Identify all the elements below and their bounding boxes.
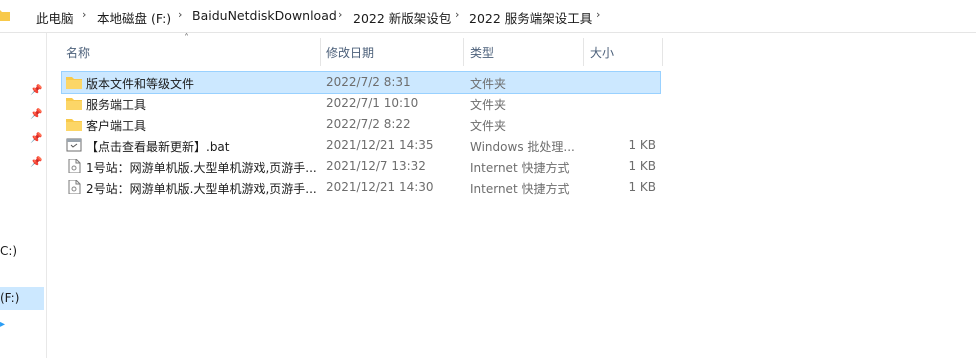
folder-icon xyxy=(66,98,82,110)
file-date: 2021/12/21 14:35 xyxy=(326,138,434,152)
file-date: 2021/12/21 14:30 xyxy=(326,180,434,194)
column-header-date[interactable]: 修改日期 xyxy=(321,38,463,66)
batch-file-icon xyxy=(66,138,82,152)
folder-icon xyxy=(66,77,82,89)
folder-icon xyxy=(0,10,10,21)
file-type: 文件夹 xyxy=(470,98,507,112)
pin-icon[interactable]: 📌 xyxy=(30,85,42,97)
file-name: 【点击查看最新更新】.bat xyxy=(86,140,230,154)
file-row[interactable]: 2号站：网游单机版.大型单机游戏,页游手... 2021/12/21 14:30… xyxy=(62,177,660,198)
breadcrumb-this-pc[interactable]: 此电脑 xyxy=(36,8,74,27)
column-header-type[interactable]: 类型 xyxy=(464,38,583,66)
file-type: 文件夹 xyxy=(470,119,507,133)
file-row[interactable]: 【点击查看最新更新】.bat 2021/12/21 14:35 Windows … xyxy=(62,135,660,156)
nav-item-drive-c[interactable]: C:) xyxy=(0,244,17,258)
file-name: 版本文件和等级文件 xyxy=(86,77,195,91)
file-size: 1 KB xyxy=(628,138,656,152)
chevron-right-icon[interactable]: › xyxy=(455,8,459,21)
file-name: 客户端工具 xyxy=(86,119,147,133)
file-type: Internet 快捷方式 xyxy=(470,161,570,175)
file-size: 1 KB xyxy=(628,180,656,194)
folder-icon xyxy=(66,119,82,131)
internet-shortcut-icon xyxy=(68,159,81,173)
file-row[interactable]: 版本文件和等级文件 2022/7/2 8:31 文件夹 xyxy=(61,71,661,94)
file-date: 2022/7/2 8:22 xyxy=(326,117,411,131)
file-name: 1号站：网游单机版.大型单机游戏,页游手... xyxy=(86,161,317,175)
nav-item-drive-f-selected[interactable]: (F:) xyxy=(0,287,44,310)
address-bar[interactable]: 此电脑 › 本地磁盘 (F:) › BaiduNetdiskDownload ›… xyxy=(0,0,976,33)
breadcrumb-package[interactable]: 2022 新版架设包 xyxy=(353,8,451,27)
file-type: Windows 批处理... xyxy=(470,140,575,154)
pane-divider[interactable] xyxy=(46,33,47,358)
chevron-right-icon[interactable]: › xyxy=(178,8,182,21)
pin-icon[interactable]: 📌 xyxy=(30,133,42,145)
nav-item-drive-f-label: (F:) xyxy=(0,291,20,305)
internet-shortcut-icon xyxy=(68,180,81,194)
file-type: Internet 快捷方式 xyxy=(470,182,570,196)
breadcrumb-drive-f[interactable]: 本地磁盘 (F:) xyxy=(97,8,171,27)
column-header-size[interactable]: 大小 xyxy=(584,38,662,66)
file-type: 文件夹 xyxy=(470,77,507,91)
column-resize-handle[interactable] xyxy=(662,38,663,66)
column-header-name[interactable]: 名称 xyxy=(62,38,320,66)
file-name: 2号站：网游单机版.大型单机游戏,页游手... xyxy=(86,182,317,196)
file-row[interactable]: 1号站：网游单机版.大型单机游戏,页游手... 2021/12/7 13:32 … xyxy=(62,156,660,177)
file-date: 2022/7/2 8:31 xyxy=(326,75,411,89)
breadcrumb-baidu-download[interactable]: BaiduNetdiskDownload xyxy=(192,8,337,23)
chevron-right-icon[interactable]: › xyxy=(338,8,342,21)
file-size: 1 KB xyxy=(628,159,656,173)
chevron-right-icon[interactable]: › xyxy=(82,8,86,21)
pin-icon[interactable]: 📌 xyxy=(30,157,42,169)
file-row[interactable]: 服务端工具 2022/7/1 10:10 文件夹 xyxy=(62,93,660,114)
chevron-right-icon[interactable]: › xyxy=(596,8,600,21)
file-date: 2022/7/1 10:10 xyxy=(326,96,419,110)
breadcrumb-server-tools[interactable]: 2022 服务端架设工具 xyxy=(469,8,592,27)
file-name: 服务端工具 xyxy=(86,98,147,112)
file-date: 2021/12/7 13:32 xyxy=(326,159,426,173)
pin-icon[interactable]: 📌 xyxy=(30,109,42,121)
network-icon[interactable]: ▸ xyxy=(0,319,5,330)
file-row[interactable]: 客户端工具 2022/7/2 8:22 文件夹 xyxy=(62,114,660,135)
